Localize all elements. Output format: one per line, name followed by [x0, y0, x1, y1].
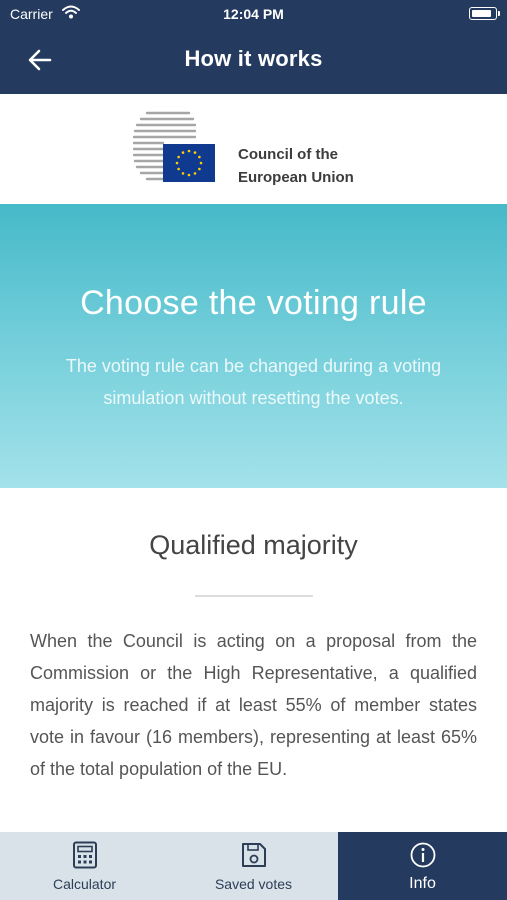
council-logo-band: Council of the European Union: [0, 94, 507, 204]
page-title: How it works: [184, 46, 323, 71]
tab-saved-votes-label: Saved votes: [214, 876, 293, 892]
section-body: When the Council is acting on a proposal…: [30, 631, 477, 779]
tab-saved-votes[interactable]: Saved votes: [169, 832, 338, 900]
council-name-line2: European Union: [238, 169, 354, 186]
tab-bar: Calculator Saved votes Info: [0, 832, 507, 900]
content-section: Qualified majority When the Council is a…: [0, 488, 507, 832]
save-icon: [241, 843, 266, 867]
tab-calculator-label: Calculator: [52, 876, 117, 892]
council-name-line1: Council of the: [238, 146, 338, 163]
status-time: 12:04 PM: [223, 6, 284, 22]
top-bar: Carrier 12:04 PM How it works: [0, 0, 507, 94]
hero-banner: Choose the voting rule The voting rule c…: [0, 204, 507, 488]
section-divider: [195, 595, 313, 597]
battery-icon: [469, 7, 500, 20]
status-bar: Carrier 12:04 PM: [0, 0, 507, 28]
section-title: Qualified majority: [149, 530, 358, 560]
tab-info[interactable]: Info: [338, 832, 507, 900]
hero-subtitle: The voting rule can be changed during a …: [65, 356, 442, 408]
hero-title: Choose the voting rule: [80, 284, 427, 322]
council-logo-icon: [133, 111, 215, 182]
tab-info-label: Info: [409, 875, 436, 892]
tab-calculator[interactable]: Calculator: [0, 832, 169, 900]
council-name: Council of the European Union: [238, 143, 354, 189]
info-icon: [410, 842, 435, 868]
calculator-icon: [72, 841, 97, 869]
